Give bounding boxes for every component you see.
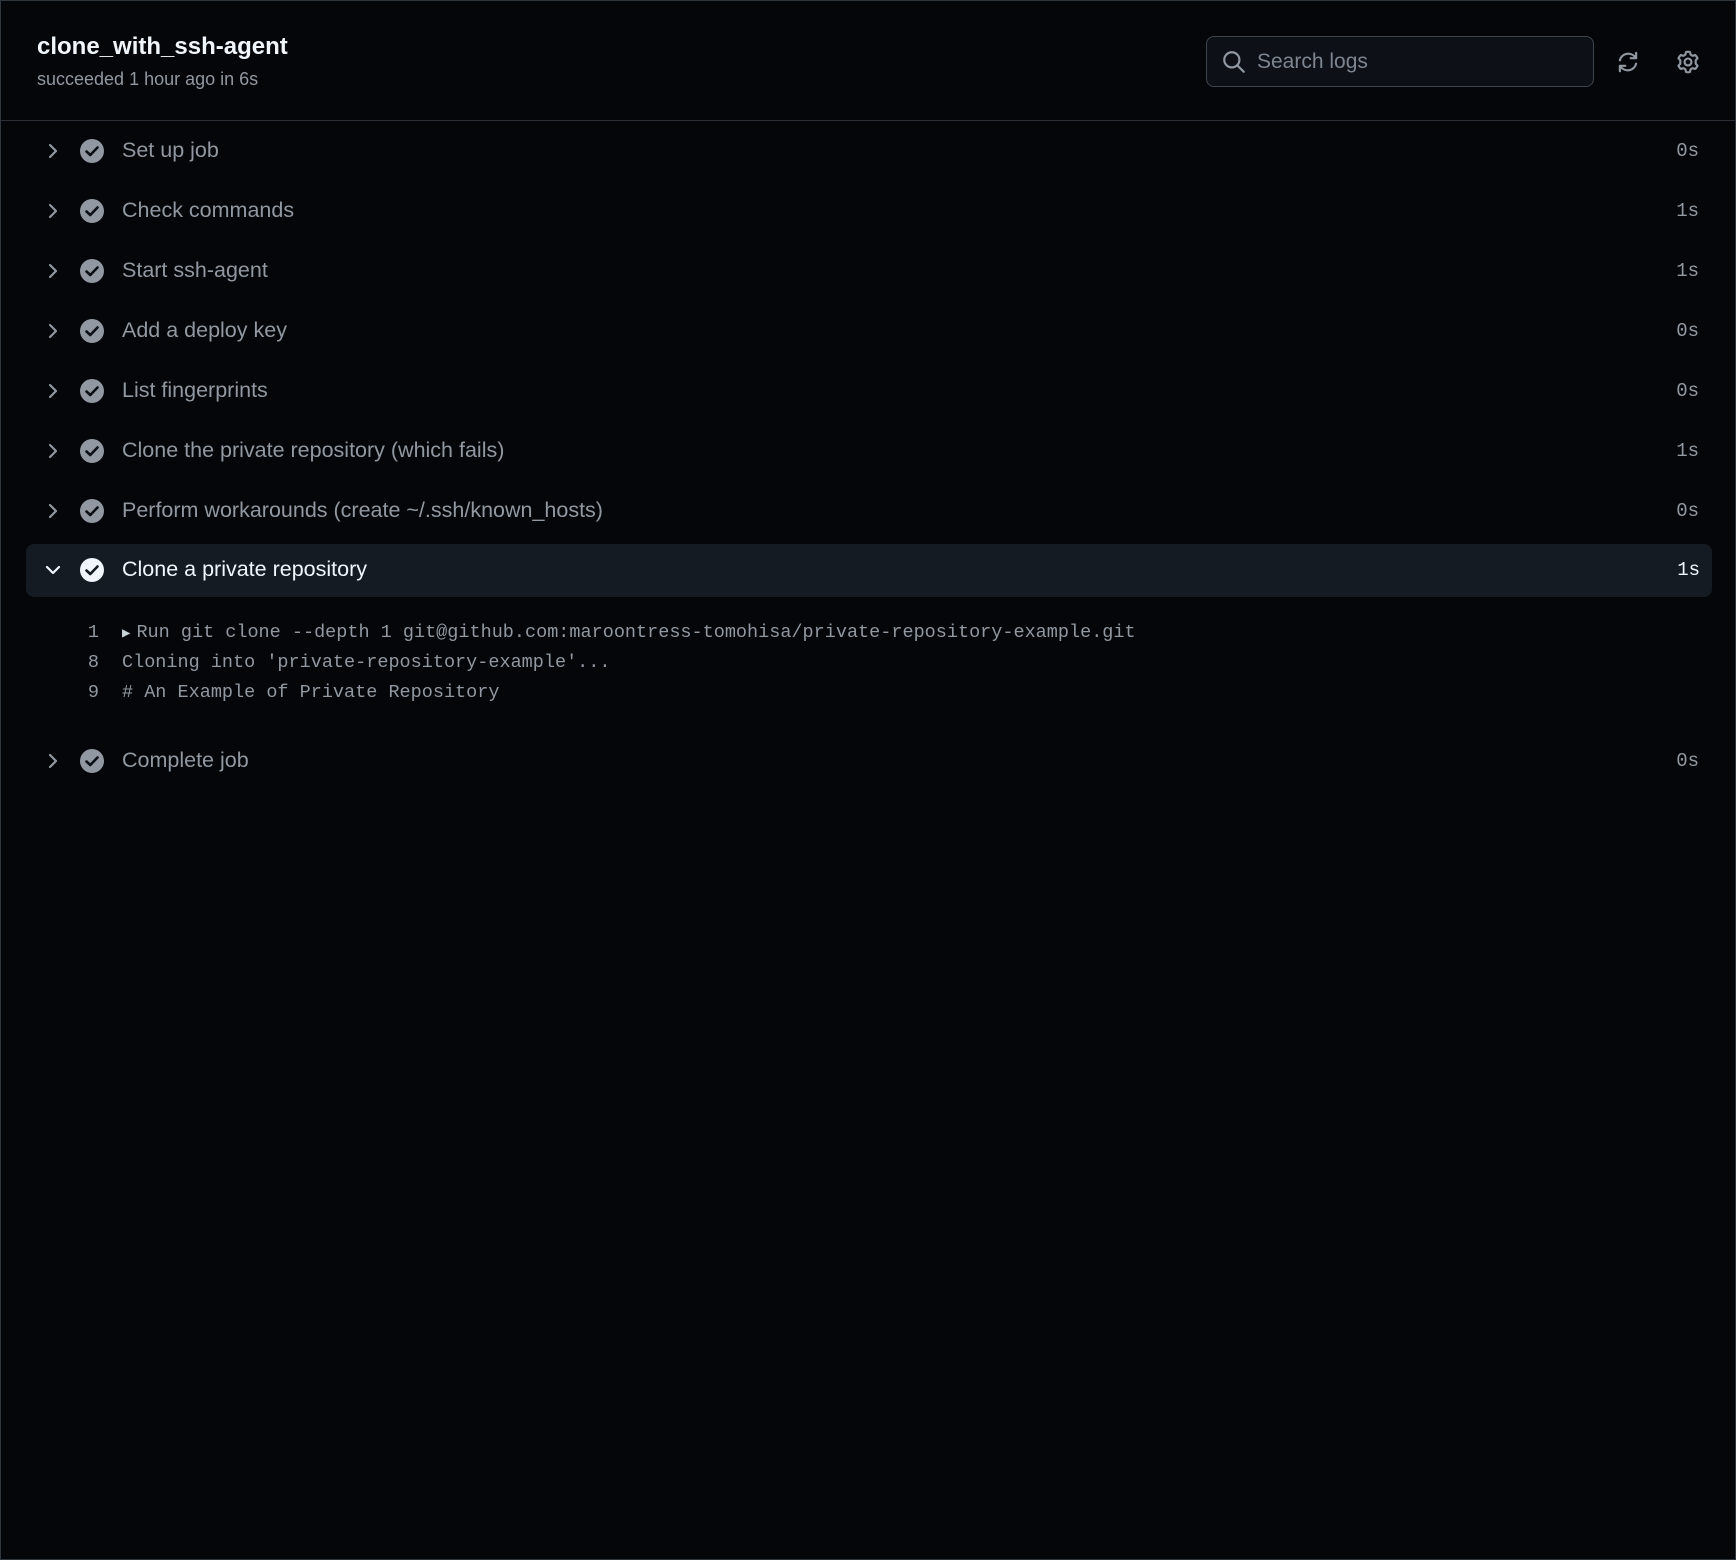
steps-list: Set up job 0s Check commands 1s Start ss… <box>1 121 1735 791</box>
log-line-text: Cloning into 'private-repository-example… <box>122 652 611 673</box>
log-line: 9 # An Example of Private Repository <box>1 678 1735 708</box>
log-line-text: # An Example of Private Repository <box>122 682 500 703</box>
step-label: Set up job <box>122 138 219 162</box>
log-line-text: Run git clone --depth 1 git@github.com:m… <box>136 622 1136 643</box>
chevron-right-icon <box>41 749 65 773</box>
chevron-down-icon <box>41 558 65 582</box>
log-line-number[interactable]: 9 <box>61 682 99 703</box>
chevron-right-icon <box>41 499 65 523</box>
search-icon <box>1221 49 1247 75</box>
refresh-button[interactable] <box>1611 45 1645 79</box>
check-circle-icon <box>80 379 104 403</box>
log-output: 1 ▶ Run git clone --depth 1 git@github.co… <box>1 597 1735 731</box>
step-label: List fingerprints <box>122 378 268 402</box>
expand-triangle-icon[interactable]: ▶ <box>122 626 130 642</box>
log-line[interactable]: 1 ▶ Run git clone --depth 1 git@github.co… <box>1 618 1735 648</box>
step-duration: 1s <box>1676 440 1699 462</box>
step-duration: 1s <box>1676 200 1699 222</box>
step-row[interactable]: Perform workarounds (create ~/.ssh/known… <box>1 481 1735 541</box>
check-circle-icon <box>80 139 104 163</box>
gear-icon <box>1677 50 1699 74</box>
step-row-expanded[interactable]: Clone a private repository 1s <box>26 544 1712 597</box>
check-circle-icon <box>80 319 104 343</box>
step-duration: 0s <box>1676 320 1699 342</box>
step-label: Clone the private repository (which fail… <box>122 438 505 462</box>
log-line: 8 Cloning into 'private-repository-examp… <box>1 648 1735 678</box>
step-duration: 0s <box>1676 750 1699 772</box>
search-box[interactable] <box>1206 36 1594 87</box>
step-label: Clone a private repository <box>122 557 367 581</box>
job-header: clone_with_ssh-agent succeeded 1 hour ag… <box>1 1 1735 121</box>
step-duration: 0s <box>1676 380 1699 402</box>
check-circle-icon <box>80 499 104 523</box>
refresh-icon <box>1618 51 1638 73</box>
check-circle-icon <box>80 259 104 283</box>
step-row[interactable]: Check commands 1s <box>1 181 1735 241</box>
check-circle-icon <box>80 749 104 773</box>
step-label: Perform workarounds (create ~/.ssh/known… <box>122 498 603 522</box>
job-log-panel: clone_with_ssh-agent succeeded 1 hour ag… <box>0 0 1736 1560</box>
step-duration: 1s <box>1676 260 1699 282</box>
chevron-right-icon <box>41 379 65 403</box>
step-duration: 1s <box>1677 559 1700 581</box>
step-label: Add a deploy key <box>122 318 287 342</box>
step-label: Start ssh-agent <box>122 258 268 282</box>
check-circle-icon <box>80 199 104 223</box>
step-duration: 0s <box>1676 500 1699 522</box>
step-row[interactable]: Clone the private repository (which fail… <box>1 421 1735 481</box>
job-status: succeeded 1 hour ago in 6s <box>37 69 259 89</box>
step-row[interactable]: Complete job 0s <box>1 731 1735 791</box>
log-line-number[interactable]: 8 <box>61 652 99 673</box>
step-row[interactable]: Add a deploy key 0s <box>1 301 1735 361</box>
chevron-right-icon <box>41 439 65 463</box>
log-line-number[interactable]: 1 <box>61 622 99 643</box>
job-title: clone_with_ssh-agent <box>37 33 288 60</box>
check-circle-icon <box>80 439 104 463</box>
check-circle-icon <box>80 558 104 582</box>
step-row[interactable]: Set up job 0s <box>1 121 1735 181</box>
step-label: Complete job <box>122 748 249 772</box>
step-duration: 0s <box>1676 140 1699 162</box>
chevron-right-icon <box>41 199 65 223</box>
step-label: Check commands <box>122 198 295 222</box>
chevron-right-icon <box>41 139 65 163</box>
chevron-right-icon <box>41 319 65 343</box>
settings-button[interactable] <box>1671 45 1705 79</box>
step-row[interactable]: List fingerprints 0s <box>1 361 1735 421</box>
step-row[interactable]: Start ssh-agent 1s <box>1 241 1735 301</box>
chevron-right-icon <box>41 259 65 283</box>
search-input[interactable] <box>1257 37 1593 86</box>
